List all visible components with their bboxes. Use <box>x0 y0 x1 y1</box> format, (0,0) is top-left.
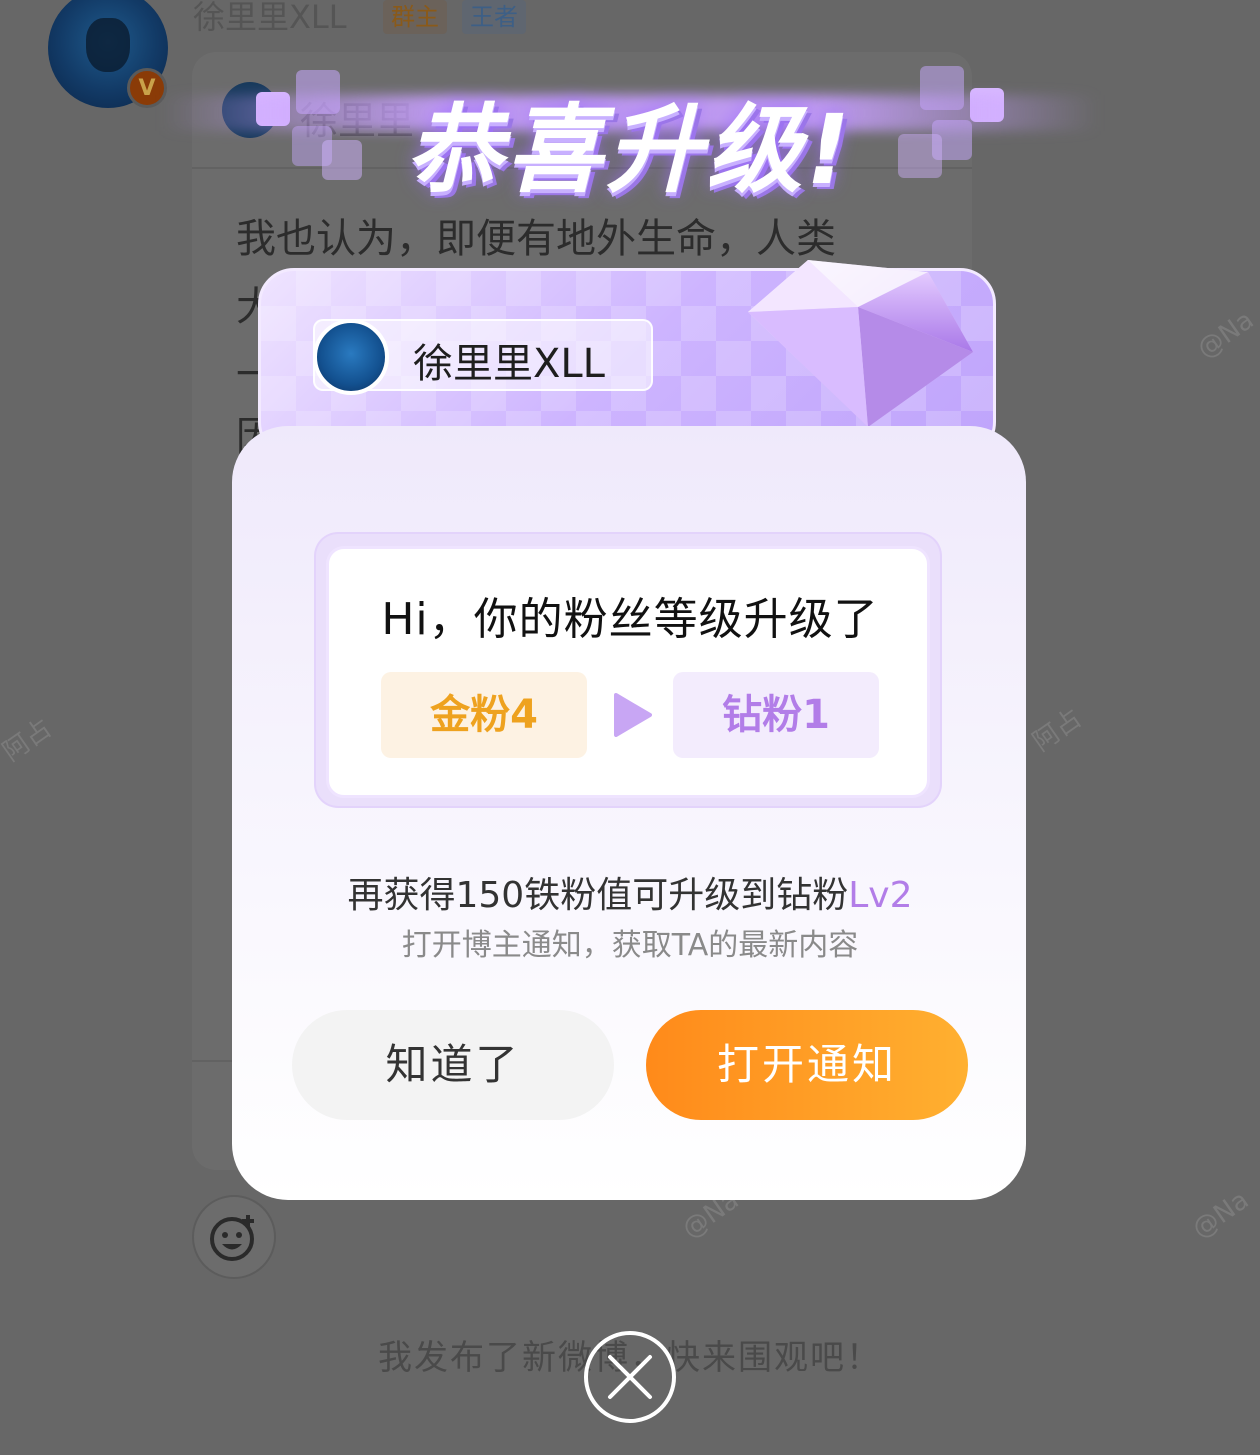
diamond-icon <box>748 260 973 427</box>
close-icon <box>608 1355 652 1399</box>
level-from-badge: 金粉4 <box>381 672 587 758</box>
user-name: 徐里里XLL <box>413 341 605 387</box>
watermark: @Na <box>1191 305 1260 365</box>
sticker-add-icon[interactable] <box>192 1195 276 1279</box>
next-level-hint-text: 再获得150铁粉值可升级到钻粉 <box>347 875 849 916</box>
user-avatar <box>313 319 389 395</box>
close-button[interactable] <box>584 1331 676 1423</box>
watermark: @Na <box>1186 1185 1255 1245</box>
user-pill: 徐里里XLL <box>313 319 653 395</box>
watermark: 阿占 <box>0 713 58 768</box>
watermark: 阿占 <box>1027 703 1088 758</box>
dismiss-button[interactable]: 知道了 <box>292 1010 614 1120</box>
next-level-hint: 再获得150铁粉值可升级到钻粉Lv2 <box>0 866 1260 918</box>
tag-king: 王者 <box>462 0 526 34</box>
popup-title: 恭喜升级! <box>406 94 854 206</box>
level-to-badge: 钻粉1 <box>673 672 879 758</box>
play-arrow-icon <box>614 693 652 737</box>
title-banner: 恭喜升级! <box>150 52 1110 206</box>
next-level-label: Lv2 <box>848 875 913 916</box>
author-name: 徐里里XLL <box>193 0 347 36</box>
upgrade-message: Hi，你的粉丝等级升级了 <box>381 594 879 645</box>
tag-group-owner: 群主 <box>383 0 447 34</box>
notification-hint: 打开博主通知，获取TA的最新内容 <box>401 928 859 963</box>
open-notification-button[interactable]: 打开通知 <box>646 1010 968 1120</box>
